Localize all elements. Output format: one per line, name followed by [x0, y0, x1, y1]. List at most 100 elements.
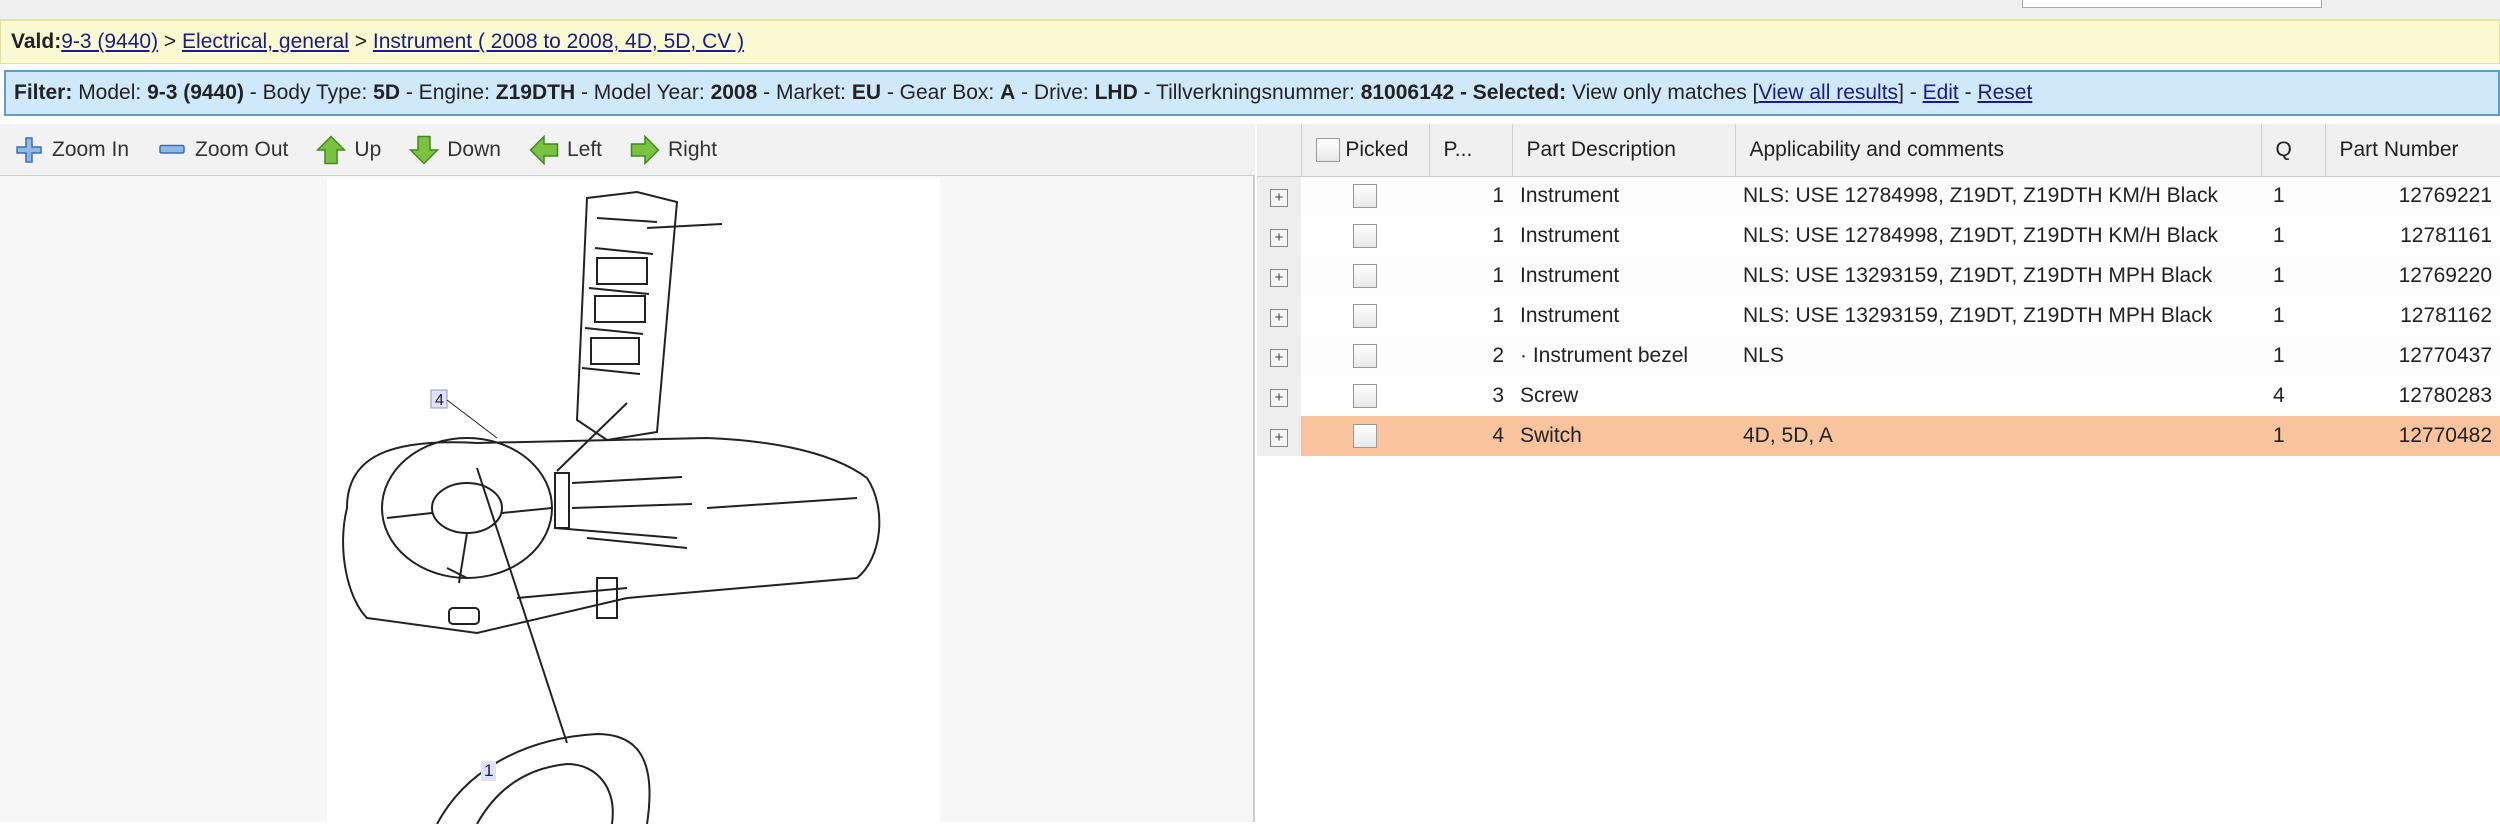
appl-cell	[1735, 376, 2261, 416]
partno-cell: 12770482	[2325, 416, 2500, 456]
picked-checkbox[interactable]	[1353, 384, 1377, 409]
down-button[interactable]: Down	[409, 135, 501, 165]
desc-cell: Instrument	[1512, 256, 1735, 296]
reset-link[interactable]: Reset	[1977, 81, 2032, 104]
picked-header[interactable]: Picked	[1300, 124, 1429, 177]
partno-cell: 12769221	[2325, 176, 2500, 216]
expand-icon[interactable]: +	[1270, 269, 1288, 287]
filter-selected-label: - Selected:	[1459, 81, 1567, 104]
desc-cell: Instrument	[1520, 224, 1620, 247]
partno-cell: 12781161	[2400, 224, 2492, 247]
partno-cell: 12781162	[2400, 304, 2492, 327]
filter-gear-label: - Gear Box:	[886, 81, 995, 104]
top-strip	[0, 0, 2500, 20]
picked-cell	[1301, 336, 1429, 376]
left-button[interactable]: Left	[529, 134, 602, 165]
filter-body: 5D	[373, 81, 401, 104]
zoom-in-button[interactable]: Zoom In	[14, 135, 129, 165]
filter-tillv-label: - Tillverkningsnummer:	[1143, 81, 1355, 104]
expand-header	[1257, 124, 1301, 177]
dashboard-drawing	[342, 402, 881, 744]
expand-icon[interactable]: +	[1270, 429, 1288, 447]
edit-link[interactable]: Edit	[1923, 81, 1959, 104]
table-row[interactable]: + 3 Screw 4 12780283	[1257, 376, 2500, 416]
expand-icon[interactable]: +	[1270, 349, 1288, 367]
breadcrumb-prefix: Vald:	[11, 30, 62, 53]
instrument-cluster-drawing	[436, 732, 651, 825]
breadcrumb-group-link[interactable]: Electrical, general	[182, 30, 349, 53]
table-row[interactable]: + 1 Instrument NLS: USE 12784998, Z19DT,…	[1257, 216, 2500, 256]
filter-drive: LHD	[1094, 81, 1138, 104]
zoom-in-label: Zoom In	[52, 137, 130, 161]
desc-cell: Screw	[1520, 384, 1579, 407]
picked-checkbox[interactable]	[1353, 224, 1377, 249]
table-row[interactable]: + 2 · Instrument bezel NLS 1 12770437	[1257, 336, 2500, 376]
picked-cell	[1301, 416, 1429, 456]
desc-header[interactable]: Part Description	[1511, 124, 1735, 177]
desc-cell: Instrument	[1520, 304, 1620, 327]
callout-1[interactable]: 1	[481, 761, 497, 781]
pos-header[interactable]: P...	[1428, 124, 1512, 177]
breadcrumb: Vald:9-3 (9440) > Electrical, general > …	[0, 20, 2500, 64]
qty-header[interactable]: Q	[2260, 124, 2325, 177]
picked-checkbox[interactable]	[1353, 184, 1377, 209]
up-button[interactable]: Up	[316, 134, 381, 165]
zoom-out-button[interactable]: Zoom Out	[157, 135, 288, 165]
filter-market-label: - Market:	[763, 81, 846, 104]
parts-diagram[interactable]: 4 1	[301, 178, 940, 825]
filter-body-label: - Body Type:	[249, 81, 368, 104]
pos-cell: 1	[1492, 224, 1504, 247]
down-label: Down	[447, 137, 501, 161]
view-all-results-link[interactable]: View all results	[1758, 81, 1898, 104]
appl-cell: NLS	[1735, 336, 2261, 376]
table-row[interactable]: + 4 Switch 4D, 5D, A 1 12770482	[1257, 416, 2500, 456]
breadcrumb-item-link[interactable]: Instrument ( 2008 to 2008, 4D, 5D, CV )	[373, 30, 744, 53]
table-row[interactable]: + 1 Instrument NLS: USE 12784998, Z19DT,…	[1257, 176, 2500, 216]
pos-cell: 2	[1429, 336, 1512, 376]
arrow-right-icon	[630, 134, 660, 165]
pos-cell: 1	[1492, 304, 1504, 327]
left-label: Left	[566, 137, 602, 161]
appl-cell: 4D, 5D, A	[1735, 416, 2261, 456]
picked-checkbox[interactable]	[1353, 264, 1377, 289]
appl-cell: NLS: USE 13293159, Z19DT, Z19DTH MPH Bla…	[1735, 256, 2261, 296]
filter-year: 2008	[710, 81, 758, 104]
appl-header[interactable]: Applicability and comments	[1734, 124, 2261, 177]
table-row[interactable]: + 1 Instrument NLS: USE 13293159, Z19DT,…	[1257, 296, 2500, 336]
right-button[interactable]: Right	[630, 134, 717, 165]
filter-engine-label: - Engine:	[405, 81, 490, 104]
expand-icon[interactable]: +	[1270, 389, 1288, 407]
qty-cell: 1	[2261, 416, 2325, 456]
picked-cell	[1301, 216, 1429, 256]
appl-cell: NLS: USE 12784998, Z19DT, Z19DTH KM/H Bl…	[1743, 224, 2219, 247]
picked-cell	[1301, 176, 1429, 216]
picked-cell	[1301, 296, 1429, 336]
filter-label: Filter:	[14, 81, 73, 104]
table-row[interactable]: + 1 Instrument NLS: USE 13293159, Z19DT,…	[1257, 256, 2500, 296]
search-input[interactable]	[2022, 0, 2322, 8]
picked-checkbox[interactable]	[1353, 304, 1377, 329]
expand-icon[interactable]: +	[1270, 189, 1288, 208]
filter-gear: A	[1000, 81, 1016, 104]
expand-cell: +	[1257, 376, 1301, 416]
picked-checkbox[interactable]	[1353, 424, 1377, 449]
picked-checkbox[interactable]	[1353, 344, 1377, 369]
arrow-up-icon	[316, 134, 347, 164]
appl-cell: NLS: USE 13293159, Z19DT, Z19DTH MPH Bla…	[1743, 304, 2213, 327]
expand-icon[interactable]: +	[1270, 229, 1288, 247]
breadcrumb-model-link[interactable]: 9-3 (9440)	[61, 30, 158, 53]
plus-icon	[16, 136, 42, 163]
callout-4[interactable]: 4	[435, 392, 444, 409]
picked-header-label: Picked	[1345, 137, 1409, 161]
expand-icon[interactable]: +	[1270, 309, 1288, 327]
expand-cell: +	[1257, 176, 1301, 216]
filter-model: 9-3 (9440)	[147, 81, 244, 104]
partno-header[interactable]: Part Number	[2324, 124, 2500, 177]
pos-cell: 1	[1429, 256, 1512, 296]
zoom-out-label: Zoom Out	[195, 137, 289, 161]
select-all-checkbox[interactable]	[1315, 137, 1340, 162]
picked-cell	[1301, 256, 1429, 296]
desc-cell: Instrument	[1512, 176, 1735, 216]
qty-cell: 1	[2261, 256, 2325, 296]
filter-sep: -	[1964, 81, 1972, 104]
